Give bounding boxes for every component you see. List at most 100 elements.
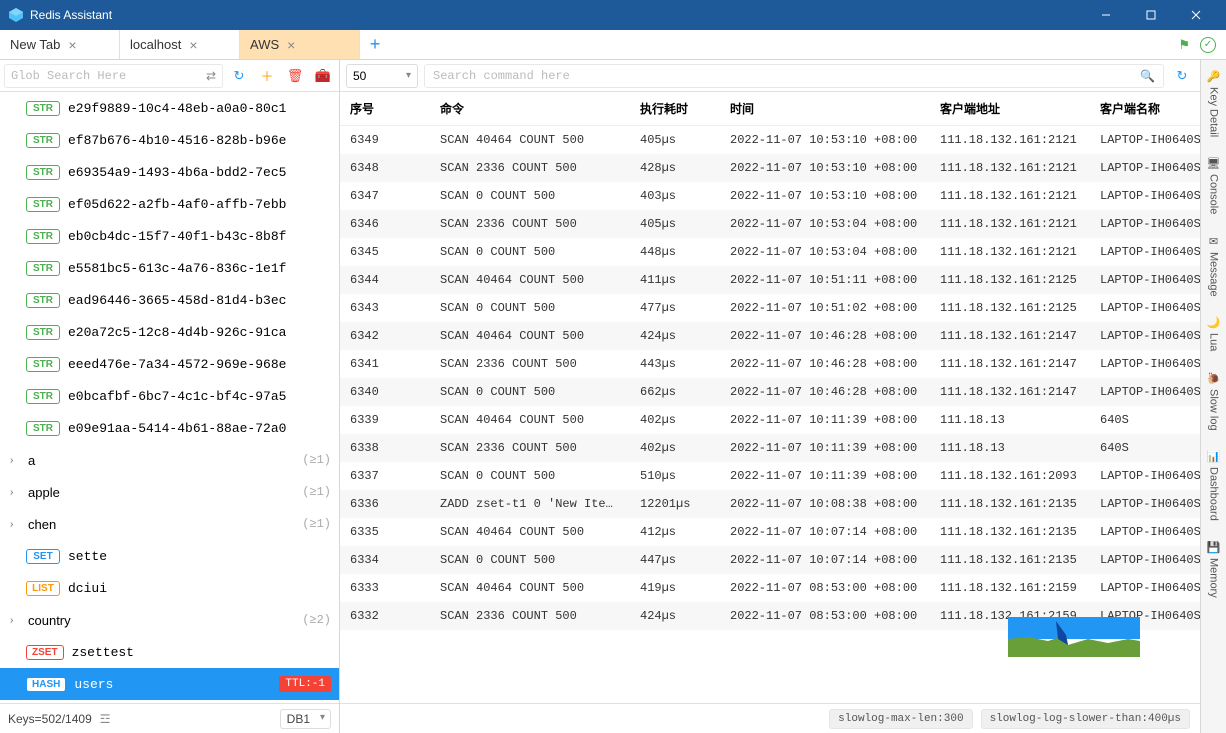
add-tab-button[interactable]: + [360, 30, 390, 59]
close-icon[interactable]: × [287, 38, 295, 52]
add-key-button[interactable]: ＋ [255, 64, 279, 88]
key-row-selected[interactable]: HASH users TTL:-1 [0, 668, 339, 700]
col-header[interactable]: 时间 [720, 92, 930, 126]
col-header[interactable]: 客户端名称 [1090, 92, 1200, 126]
right-tab-memory[interactable]: 💾Memory [1205, 535, 1223, 604]
refresh-button[interactable]: ↻ [227, 64, 251, 88]
key-row[interactable]: STR ef87b676-4b10-4516-828b-b96e [0, 124, 339, 156]
log-cell: 6332 [340, 602, 430, 630]
refresh-log-button[interactable]: ↻ [1170, 64, 1194, 88]
key-row[interactable]: STR e5581bc5-613c-4a76-836c-1e1f [0, 252, 339, 284]
maximize-button[interactable] [1128, 0, 1173, 30]
log-cell: 12201µs [630, 490, 720, 518]
col-header[interactable]: 序号 [340, 92, 430, 126]
app-title: Redis Assistant [30, 8, 112, 22]
tab-aws[interactable]: AWS × [240, 30, 360, 59]
key-row[interactable]: STR e29f9889-10c4-48eb-a0a0-80c1 [0, 92, 339, 124]
key-group[interactable]: › apple (≥1) [0, 476, 339, 508]
log-cell: LAPTOP-IH0640S [1090, 322, 1200, 350]
chevron-right-icon: › [10, 455, 20, 466]
key-row[interactable]: LIST dciui [0, 572, 339, 604]
slowlog-table-wrap[interactable]: 序号命令执行耗时时间客户端地址客户端名称 6349SCAN 40464 COUN… [340, 92, 1200, 703]
log-row[interactable]: 6341SCAN 2336 COUNT 500443µs2022-11-07 1… [340, 350, 1200, 378]
key-row[interactable]: STR ef05d622-a2fb-4af0-affb-7ebb [0, 188, 339, 220]
log-row[interactable]: 6347SCAN 0 COUNT 500403µs2022-11-07 10:5… [340, 182, 1200, 210]
key-group[interactable]: › chen (≥1) [0, 508, 339, 540]
tab-localhost[interactable]: localhost × [120, 30, 240, 59]
command-search-input[interactable]: Search command here 🔍 [424, 64, 1164, 88]
tab-icon: 📊 [1207, 450, 1221, 463]
key-row[interactable]: ZSET zsettest [0, 636, 339, 668]
log-cell: SCAN 0 COUNT 500 [430, 546, 630, 574]
key-row[interactable]: STR e69354a9-1493-4b6a-bdd2-7ec5 [0, 156, 339, 188]
log-row[interactable]: 6333SCAN 40464 COUNT 500419µs2022-11-07 … [340, 574, 1200, 602]
log-cell: 2022-11-07 10:08:38 +08:00 [720, 490, 930, 518]
log-row[interactable]: 6343SCAN 0 COUNT 500477µs2022-11-07 10:5… [340, 294, 1200, 322]
key-row[interactable]: STR ead96446-3665-458d-81d4-b3ec [0, 284, 339, 316]
key-group[interactable]: › country (≥2) [0, 604, 339, 636]
log-cell: 403µs [630, 182, 720, 210]
key-row[interactable]: SET sette [0, 540, 339, 572]
key-name: e29f9889-10c4-48eb-a0a0-80c1 [68, 101, 331, 116]
right-tab-lua[interactable]: 🌙Lua [1205, 310, 1223, 357]
right-tab-key-detail[interactable]: 🔑Key Detail [1205, 64, 1223, 143]
log-row[interactable]: 6334SCAN 0 COUNT 500447µs2022-11-07 10:0… [340, 546, 1200, 574]
log-cell: 2022-11-07 08:53:00 +08:00 [720, 602, 930, 630]
key-tree[interactable]: STR e29f9889-10c4-48eb-a0a0-80c1 STR ef8… [0, 92, 339, 703]
db-selector[interactable]: DB1 [280, 709, 331, 729]
log-row[interactable]: 6332SCAN 2336 COUNT 500424µs2022-11-07 0… [340, 602, 1200, 630]
right-tab-console[interactable]: 🖥Console [1205, 151, 1223, 220]
log-row[interactable]: 6337SCAN 0 COUNT 500510µs2022-11-07 10:1… [340, 462, 1200, 490]
titlebar: Redis Assistant [0, 0, 1226, 30]
log-cell: LAPTOP-IH0640S [1090, 490, 1200, 518]
key-toolbar: Glob Search Here ⇄ ↻ ＋ 🗑 🧰 [0, 60, 339, 92]
swap-icon[interactable]: ⇄ [206, 69, 216, 83]
log-cell: 2022-11-07 10:53:10 +08:00 [720, 154, 930, 182]
right-tab-message[interactable]: ✉Message [1206, 229, 1222, 303]
slowlog-toolbar: 50 Search command here 🔍 ↻ [340, 60, 1200, 92]
log-row[interactable]: 6335SCAN 40464 COUNT 500412µs2022-11-07 … [340, 518, 1200, 546]
tools-button[interactable]: 🧰 [311, 64, 335, 88]
col-header[interactable]: 执行耗时 [630, 92, 720, 126]
log-row[interactable]: 6338SCAN 2336 COUNT 500402µs2022-11-07 1… [340, 434, 1200, 462]
log-row[interactable]: 6349SCAN 40464 COUNT 500405µs2022-11-07 … [340, 126, 1200, 155]
list-icon[interactable]: ☲ [100, 712, 111, 726]
glob-search-input[interactable]: Glob Search Here ⇄ [4, 64, 223, 88]
log-cell: 2022-11-07 10:53:10 +08:00 [720, 126, 930, 155]
log-row[interactable]: 6342SCAN 40464 COUNT 500424µs2022-11-07 … [340, 322, 1200, 350]
search-placeholder: Search command here [433, 69, 570, 83]
col-header[interactable]: 客户端地址 [930, 92, 1090, 126]
close-button[interactable] [1173, 0, 1218, 30]
tab-icon: 🐌 [1207, 372, 1221, 385]
close-icon[interactable]: × [68, 38, 76, 52]
log-row[interactable]: 6339SCAN 40464 COUNT 500402µs2022-11-07 … [340, 406, 1200, 434]
delete-key-button[interactable]: 🗑 [283, 64, 307, 88]
col-header[interactable]: 命令 [430, 92, 630, 126]
key-row[interactable]: STR e0bcafbf-6bc7-4c1c-bf4c-97a5 [0, 380, 339, 412]
log-row[interactable]: 6340SCAN 0 COUNT 500662µs2022-11-07 10:4… [340, 378, 1200, 406]
minimize-button[interactable] [1083, 0, 1128, 30]
pin-icon[interactable]: ⚑ [1178, 37, 1190, 53]
key-row[interactable]: STR e20a72c5-12c8-4d4b-926c-91ca [0, 316, 339, 348]
tab-new[interactable]: New Tab × [0, 30, 120, 59]
log-cell: 111.18.132.161:2121 [930, 182, 1090, 210]
slowlog-table: 序号命令执行耗时时间客户端地址客户端名称 6349SCAN 40464 COUN… [340, 92, 1200, 630]
log-row[interactable]: 6348SCAN 2336 COUNT 500428µs2022-11-07 1… [340, 154, 1200, 182]
log-row[interactable]: 6345SCAN 0 COUNT 500448µs2022-11-07 10:5… [340, 238, 1200, 266]
key-row[interactable]: STR e09e91aa-5414-4b61-88ae-72a0 [0, 412, 339, 444]
log-cell: SCAN 0 COUNT 500 [430, 378, 630, 406]
key-group[interactable]: › a (≥1) [0, 444, 339, 476]
log-row[interactable]: 6336ZADD zset-t1 0 'New Item'12201µs2022… [340, 490, 1200, 518]
log-cell: 2022-11-07 10:11:39 +08:00 [720, 406, 930, 434]
log-row[interactable]: 6344SCAN 40464 COUNT 500411µs2022-11-07 … [340, 266, 1200, 294]
limit-select[interactable]: 50 [346, 64, 418, 88]
right-tab-dashboard[interactable]: 📊Dashboard [1205, 444, 1223, 527]
close-icon[interactable]: × [189, 38, 197, 52]
key-row[interactable]: STR eeed476e-7a34-4572-969e-968e [0, 348, 339, 380]
slowlog-pane: 50 Search command here 🔍 ↻ 序号命令执行耗时时间客户端… [340, 60, 1200, 733]
log-cell: 6341 [340, 350, 430, 378]
right-tab-slow-log[interactable]: 🐌Slow log [1205, 366, 1223, 437]
log-cell: SCAN 2336 COUNT 500 [430, 210, 630, 238]
key-row[interactable]: STR eb0cb4dc-15f7-40f1-b43c-8b8f [0, 220, 339, 252]
log-row[interactable]: 6346SCAN 2336 COUNT 500405µs2022-11-07 1… [340, 210, 1200, 238]
